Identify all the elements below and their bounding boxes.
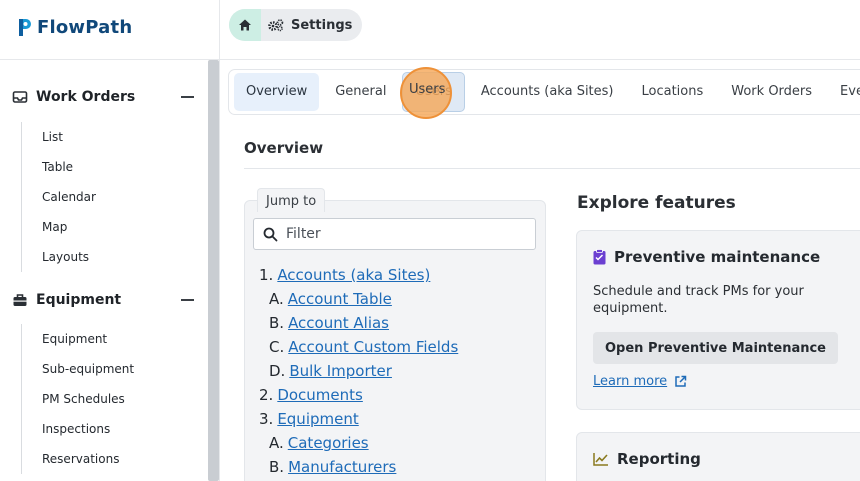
sidebar-item-layouts[interactable]: Layouts xyxy=(22,242,96,272)
title-divider xyxy=(244,168,860,169)
toc-number: 3. xyxy=(259,410,274,428)
search-icon xyxy=(263,227,278,241)
card-title: Preventive maintenance xyxy=(614,248,821,266)
feature-card-reporting: Reporting xyxy=(576,432,860,481)
card-title: Reporting xyxy=(617,450,701,468)
tab-accounts[interactable]: Accounts (aka Sites) xyxy=(469,73,626,111)
toc-item: A. Account Table xyxy=(259,287,539,311)
app-root: FlowPath Work Orders List Table Calendar… xyxy=(0,0,860,481)
card-description: Schedule and track PMs for your equipmen… xyxy=(593,284,804,316)
sidebar-item-inspections[interactable]: Inspections xyxy=(22,414,134,444)
sidebar-item-pm-schedules[interactable]: PM Schedules xyxy=(22,384,134,414)
breadcrumb-home[interactable] xyxy=(229,9,261,41)
inbox-icon xyxy=(12,91,28,103)
app-name: FlowPath xyxy=(37,17,133,38)
open-preventive-maintenance-button[interactable]: Open Preventive Maintenance xyxy=(593,332,838,364)
collapse-icon[interactable] xyxy=(181,299,194,301)
sidebar-item-calendar[interactable]: Calendar xyxy=(22,182,96,212)
toc-number: 1. xyxy=(259,266,274,284)
toc-number: C. xyxy=(269,338,285,356)
table-of-contents: 1. Accounts (aka Sites) A. Account Table B… xyxy=(259,263,539,479)
sidebar-section-equipment[interactable]: Equipment xyxy=(12,290,194,310)
page-title: Overview xyxy=(244,139,324,157)
explore-features-title: Explore features xyxy=(577,193,736,213)
sidebar-section-work-orders[interactable]: Work Orders xyxy=(12,87,194,107)
card-header: Reporting xyxy=(593,450,701,468)
toolbox-icon xyxy=(13,294,27,306)
sidebar: FlowPath Work Orders List Table Calendar… xyxy=(0,0,220,481)
section-label: Equipment xyxy=(36,292,122,308)
breadcrumb-settings-label: Settings xyxy=(291,17,353,33)
logo[interactable]: FlowPath xyxy=(16,17,132,38)
gears-icon xyxy=(268,19,284,32)
feature-card-preventive-maintenance: Preventive maintenance Schedule and trac… xyxy=(576,230,860,410)
tab-general[interactable]: General xyxy=(323,73,398,111)
toc-number: A. xyxy=(269,290,284,308)
line-chart-icon xyxy=(593,453,608,466)
home-icon xyxy=(239,19,251,31)
toc-item: B. Manufacturers xyxy=(259,455,539,479)
toc-number: A. xyxy=(269,434,284,452)
toc-item: D. Bulk Importer xyxy=(259,359,539,383)
filter-field[interactable] xyxy=(253,218,536,250)
toc-item: 3. Equipment xyxy=(259,407,539,431)
work-orders-list: List Table Calendar Map Layouts xyxy=(21,122,96,272)
top-bar: Settings xyxy=(220,0,860,60)
toc-item: 2. Documents xyxy=(259,383,539,407)
toc-item: A. Categories xyxy=(259,431,539,455)
jump-to-label: Jump to xyxy=(257,188,326,212)
toc-item: B. Account Alias xyxy=(259,311,539,335)
sidebar-item-list[interactable]: List xyxy=(22,122,96,152)
section-label: Work Orders xyxy=(36,89,136,105)
toc-link-categories[interactable]: Categories xyxy=(288,434,369,452)
equipment-list: Equipment Sub-equipment PM Schedules Ins… xyxy=(21,324,134,474)
toc-link-manufacturers[interactable]: Manufacturers xyxy=(288,458,396,476)
toc-number: B. xyxy=(269,314,285,332)
toc-link-documents[interactable]: Documents xyxy=(277,386,363,404)
collapse-icon[interactable] xyxy=(181,96,194,98)
tab-events[interactable]: Event xyxy=(828,73,860,111)
sidebar-item-reservations[interactable]: Reservations xyxy=(22,444,134,474)
toc-number: D. xyxy=(269,362,286,380)
flowpath-logo-icon xyxy=(19,19,31,36)
toc-number: B. xyxy=(269,458,285,476)
breadcrumb: Settings xyxy=(229,9,363,41)
clipboard-check-icon xyxy=(593,249,606,265)
sidebar-divider xyxy=(0,59,219,60)
tab-overview[interactable]: Overview xyxy=(234,73,320,111)
card-header: Preventive maintenance xyxy=(593,248,820,266)
tab-locations[interactable]: Locations xyxy=(630,73,716,111)
sidebar-scrollbar[interactable] xyxy=(208,60,219,481)
toc-link-account-table[interactable]: Account Table xyxy=(288,290,392,308)
toc-link-account-custom-fields[interactable]: Account Custom Fields xyxy=(288,338,458,356)
external-link-icon xyxy=(675,375,687,387)
sidebar-item-sub-equipment[interactable]: Sub-equipment xyxy=(22,354,134,384)
learn-more-link[interactable]: Learn more xyxy=(593,374,687,389)
sidebar-item-equipment[interactable]: Equipment xyxy=(22,324,134,354)
toc-link-bulk-importer[interactable]: Bulk Importer xyxy=(289,362,392,380)
tab-users[interactable]: Users xyxy=(402,72,465,112)
toc-number: 2. xyxy=(259,386,274,404)
toc-item: 1. Accounts (aka Sites) xyxy=(259,263,539,287)
toc-item: C. Account Custom Fields xyxy=(259,335,539,359)
tab-work-orders[interactable]: Work Orders xyxy=(719,73,824,111)
filter-input[interactable] xyxy=(286,226,526,242)
breadcrumb-settings[interactable]: Settings xyxy=(261,18,352,33)
sidebar-item-table[interactable]: Table xyxy=(22,152,96,182)
learn-more-label: Learn more xyxy=(593,374,668,389)
settings-tabs: Overview General Users Accounts (aka Sit… xyxy=(228,69,860,115)
sidebar-item-map[interactable]: Map xyxy=(22,212,96,242)
toc-link-equipment[interactable]: Equipment xyxy=(277,410,358,428)
toc-link-accounts[interactable]: Accounts (aka Sites) xyxy=(277,266,430,284)
toc-link-account-alias[interactable]: Account Alias xyxy=(288,314,389,332)
